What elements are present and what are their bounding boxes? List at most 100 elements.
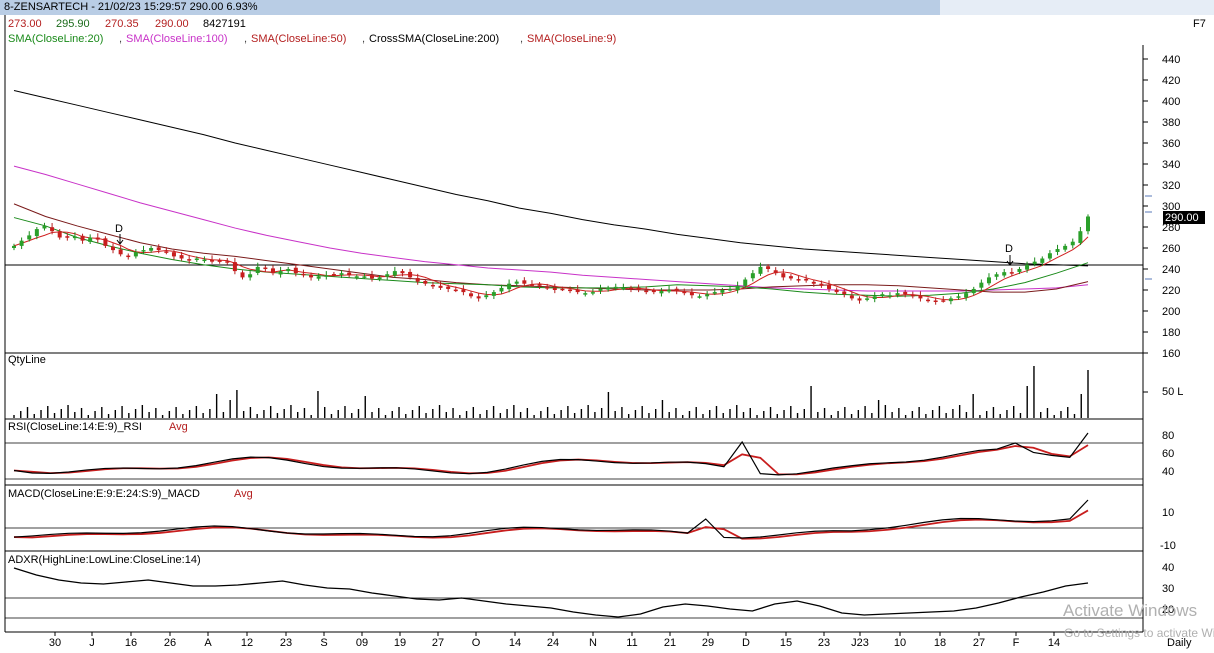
cross-marker-2: D [1005, 243, 1013, 255]
candle-body [849, 295, 854, 299]
candle-body [910, 294, 915, 297]
candle-body [309, 274, 314, 278]
candle-body [796, 279, 801, 281]
x-tick-label: N [589, 637, 597, 649]
candle-body [392, 271, 397, 276]
macd-panel-label: MACD(CloseLine:E:9:E:24:S:9)_MACD [8, 488, 200, 500]
rsi-tick-40: 40 [1162, 466, 1174, 478]
candle-body [171, 252, 176, 257]
ohlc-header: 273.00 295.90 270.35 290.00 8427191 [8, 18, 246, 30]
candle-body [994, 274, 999, 277]
x-tick-label: 26 [164, 637, 176, 649]
volume-tick-label: 50 L [1162, 386, 1183, 398]
candle-body [986, 277, 991, 284]
price-tick-label: 340 [1162, 159, 1180, 171]
candle-body [57, 231, 62, 238]
candle-body [248, 274, 253, 278]
candle-body [644, 290, 649, 293]
candle-body [423, 280, 428, 284]
price-tick-label: 400 [1162, 96, 1180, 108]
price-tick-label: 420 [1162, 75, 1180, 87]
adxr-tick-30: 30 [1162, 583, 1174, 595]
candle-body [1055, 249, 1060, 252]
candle-body [88, 237, 93, 242]
adxr-line [13, 567, 1089, 618]
candle-body [19, 240, 24, 246]
ohlc-volume: 8427191 [203, 18, 246, 30]
price-tick-label: 180 [1162, 327, 1180, 339]
candle-body [331, 274, 336, 276]
last-price-marker: 290.00 [1163, 211, 1205, 224]
price-tick-label: 240 [1162, 264, 1180, 276]
x-tick-label: 15 [780, 637, 792, 649]
candle-body [766, 266, 771, 269]
stock-chart[interactable]: 273.00 295.90 270.35 290.00 8427191 F7 S… [0, 0, 1214, 653]
candle-body [232, 262, 237, 272]
candle-body [347, 272, 352, 276]
x-tick-label: D [742, 637, 750, 649]
candle-body [606, 287, 611, 290]
candle-body [103, 238, 108, 246]
candle-body [34, 229, 39, 237]
macd-tick-10: 10 [1162, 507, 1174, 519]
legend-sep: , [520, 33, 523, 45]
candle-body [971, 288, 976, 294]
candle-body [156, 247, 161, 251]
x-tick-label: A [204, 637, 212, 649]
candle-body [857, 298, 862, 301]
panel-frames [4, 15, 1144, 633]
candle-body [484, 295, 489, 298]
candle-body [126, 255, 131, 258]
candle-body [370, 275, 374, 279]
rsi-avg-label: Avg [169, 421, 188, 433]
activate-windows-title: Activate Windows [1063, 601, 1198, 620]
candle-body [1040, 258, 1045, 263]
macd-lines [13, 499, 1089, 540]
qty-panel-label: QtyLine [8, 354, 46, 366]
candle-body [880, 294, 885, 296]
candle-body [42, 225, 47, 229]
candle-body [362, 276, 367, 278]
candle-body [217, 260, 222, 262]
price-tick-label: 320 [1162, 180, 1180, 192]
price-tick-label: 440 [1162, 54, 1180, 66]
x-tick-label: 23 [280, 637, 292, 649]
candle-body [956, 296, 961, 298]
ohlc-low: 270.35 [105, 18, 139, 30]
candle-body [507, 283, 512, 290]
candle-body [872, 296, 877, 300]
rsi-line [13, 432, 1089, 476]
candle-body [72, 236, 77, 239]
rsi-panel-label: RSI(CloseLine:14:E:9)_RSI [8, 421, 142, 433]
candle-body [887, 295, 892, 297]
candle-body [385, 274, 390, 277]
candle-body [438, 285, 443, 288]
candle-body [712, 292, 717, 294]
x-tick-label: O [472, 637, 481, 649]
candle-body [773, 270, 778, 274]
candle-body [865, 298, 870, 300]
sma50-line [13, 203, 1089, 293]
candle-body [552, 287, 557, 290]
candle-body [933, 300, 938, 302]
candle-body [27, 235, 32, 240]
x-tick-label: 27 [432, 637, 444, 649]
x-tick-label: 30 [49, 637, 61, 649]
x-tick-label: J23 [851, 637, 869, 649]
x-tick-label: 23 [818, 637, 830, 649]
candle-body [689, 292, 694, 296]
candle-body [430, 284, 435, 287]
candle-body [895, 293, 900, 296]
candle-body [819, 283, 824, 286]
moving-average-lines [13, 90, 1089, 301]
ohlc-close: 290.00 [155, 18, 189, 30]
candle-body [461, 289, 466, 293]
candle-body [316, 276, 321, 279]
candle-body [118, 249, 123, 255]
candle-body [804, 278, 809, 281]
candle-body [728, 288, 732, 291]
candle-body [811, 281, 816, 284]
macd-line [13, 499, 1089, 539]
candle-body [522, 280, 527, 284]
candle-body [636, 287, 641, 290]
